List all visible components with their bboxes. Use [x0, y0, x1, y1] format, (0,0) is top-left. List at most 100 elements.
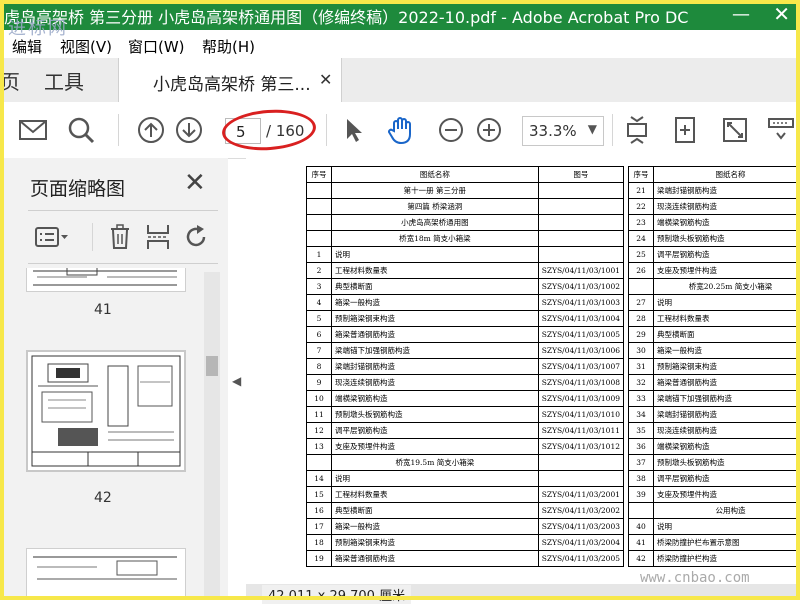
table-row: 18预制箱梁钢束构造SZYS/04/11/03/2004 — [307, 535, 624, 551]
row-name: 典型横断面 — [331, 503, 538, 519]
row-seq: 35 — [629, 423, 654, 439]
row-seq: 22 — [629, 199, 654, 215]
thumbnail-scrollbar[interactable] — [204, 272, 220, 600]
search-icon[interactable] — [64, 114, 98, 146]
row-name: 现浇连续钢筋构造 — [331, 375, 538, 391]
row-seq: 19 — [307, 551, 332, 567]
row-name: 调平层钢筋构造 — [331, 423, 538, 439]
table-header-row: 序号 图纸名称 图号 — [307, 167, 624, 183]
table-row: 26支座及预埋件构造 — [629, 263, 800, 279]
close-panel-icon[interactable]: ✕ — [184, 168, 206, 198]
row-name: 梁端封锚钢筋构造 — [654, 183, 800, 199]
row-code: SZYS/04/11/03/1007 — [538, 359, 623, 375]
row-name: 工程材料数量表 — [331, 487, 538, 503]
zoom-in-icon[interactable] — [474, 114, 504, 146]
row-seq: 10 — [307, 391, 332, 407]
fit-width-icon[interactable] — [670, 114, 700, 146]
menu-help[interactable]: 帮助(H) — [202, 36, 255, 57]
row-name: 支座及预埋件构造 — [654, 487, 800, 503]
page-down-icon[interactable] — [172, 114, 206, 146]
table-row: 1说明 — [307, 247, 624, 263]
table-row: 桥宽19.5m 简支小箱梁 — [307, 455, 624, 471]
row-seq: 27 — [629, 295, 654, 311]
table-row: 35现浇连续钢筋构造 — [629, 423, 800, 439]
fit-page-icon[interactable] — [622, 114, 652, 146]
row-seq: 21 — [629, 183, 654, 199]
row-code: SZYS/04/11/03/1012 — [538, 439, 623, 455]
close-tab-icon[interactable]: ✕ — [319, 70, 332, 89]
toolbar: 5 / 160 33.3% ▼ — [0, 102, 800, 159]
zoom-value: 33.3% — [529, 122, 577, 140]
options-menu-icon[interactable] — [32, 221, 72, 253]
tab-home[interactable]: 页 — [0, 66, 20, 95]
reading-mode-icon[interactable] — [766, 114, 796, 146]
drawing-index-table-left: 序号 图纸名称 图号 第十一册 第三分册第四篇 桥梁涵洞小虎岛高架桥通用图桥宽1… — [306, 166, 624, 567]
table-row: 34梁端封锚钢筋构造 — [629, 407, 800, 423]
table-row: 第十一册 第三分册 — [307, 183, 624, 199]
email-icon[interactable] — [16, 114, 50, 146]
page-up-icon[interactable] — [134, 114, 168, 146]
zoom-select[interactable]: 33.3% ▼ — [522, 116, 604, 146]
table-row: 29典型横断面 — [629, 327, 800, 343]
tab-document-label: 小虎岛高架桥 第三... — [153, 70, 311, 95]
row-code — [538, 247, 623, 263]
table-row: 13支座及预埋件构造SZYS/04/11/03/1012 — [307, 439, 624, 455]
header-name: 图纸名称 — [331, 167, 538, 183]
collapse-panel-icon[interactable]: ◀ — [232, 374, 241, 388]
row-seq: 34 — [629, 407, 654, 423]
tab-document[interactable]: 小虎岛高架桥 第三... ✕ — [118, 58, 342, 103]
thumbnail-number: 42 — [94, 490, 112, 506]
row-name: 说明 — [654, 519, 800, 535]
full-screen-icon[interactable] — [720, 114, 750, 146]
row-name: 调平层钢筋构造 — [654, 471, 800, 487]
row-seq: 25 — [629, 247, 654, 263]
table-row: 8梁端封锚钢筋构造SZYS/04/11/03/1007 — [307, 359, 624, 375]
thumbnail-page[interactable] — [26, 350, 186, 472]
delete-page-icon[interactable] — [106, 221, 134, 253]
table-row: 15工程材料数量表SZYS/04/11/03/2001 — [307, 487, 624, 503]
table-row: 27说明 — [629, 295, 800, 311]
thumbnail-panel: 页面缩略图 ✕ 41 — [0, 158, 228, 600]
thumbnail-page[interactable] — [26, 268, 186, 292]
table-header-row: 序号 图纸名称 — [629, 167, 800, 183]
drawing-index-table-right: 序号 图纸名称 21梁端封锚钢筋构造22现浇连续钢筋构造23端横梁钢筋构造24预… — [628, 166, 800, 567]
row-seq: 5 — [307, 311, 332, 327]
panel-separator — [92, 223, 93, 251]
pdf-page: 序号 图纸名称 图号 第十一册 第三分册第四篇 桥梁涵洞小虎岛高架桥通用图桥宽1… — [246, 158, 800, 584]
table-row: 3典型横断面SZYS/04/11/03/1002 — [307, 279, 624, 295]
scrollbar-thumb[interactable] — [206, 356, 218, 376]
row-name: 工程材料数量表 — [331, 263, 538, 279]
row-seq: 28 — [629, 311, 654, 327]
row-name: 桥宽20.25m 简支小箱梁 — [654, 279, 800, 295]
row-seq — [307, 199, 332, 215]
table-row: 25调平层钢筋构造 — [629, 247, 800, 263]
row-seq: 31 — [629, 359, 654, 375]
row-code: SZYS/04/11/03/1001 — [538, 263, 623, 279]
row-name: 说明 — [331, 471, 538, 487]
tab-tools[interactable]: 工具 — [44, 66, 84, 95]
row-code — [538, 183, 623, 199]
row-code: SZYS/04/11/03/2001 — [538, 487, 623, 503]
row-name: 调平层钢筋构造 — [654, 247, 800, 263]
close-window-icon[interactable]: ✕ — [773, 2, 790, 26]
rotate-page-icon[interactable] — [182, 221, 210, 253]
row-seq: 7 — [307, 343, 332, 359]
row-seq: 39 — [629, 487, 654, 503]
zoom-out-icon[interactable] — [436, 114, 466, 146]
row-name: 典型横断面 — [654, 327, 800, 343]
table-row: 16典型横断面SZYS/04/11/03/2002 — [307, 503, 624, 519]
row-name: 箱梁普通钢筋构造 — [654, 375, 800, 391]
table-row: 38调平层钢筋构造 — [629, 471, 800, 487]
thumbnail-page[interactable] — [26, 548, 186, 600]
row-code: SZYS/04/11/03/1008 — [538, 375, 623, 391]
table-row: 4箱梁一般构造SZYS/04/11/03/1003 — [307, 295, 624, 311]
menu-window[interactable]: 窗口(W) — [128, 36, 185, 57]
table-row: 7梁端锚下加强钢筋构造SZYS/04/11/03/1006 — [307, 343, 624, 359]
document-view[interactable]: 序号 图纸名称 图号 第十一册 第三分册第四篇 桥梁涵洞小虎岛高架桥通用图桥宽1… — [246, 158, 800, 584]
extract-page-icon[interactable] — [144, 221, 172, 253]
select-cursor-icon[interactable] — [340, 114, 368, 146]
row-seq: 36 — [629, 439, 654, 455]
hand-tool-icon[interactable] — [386, 114, 418, 146]
table-row: 第四篇 桥梁涵洞 — [307, 199, 624, 215]
minimize-icon[interactable]: — — [732, 4, 750, 25]
